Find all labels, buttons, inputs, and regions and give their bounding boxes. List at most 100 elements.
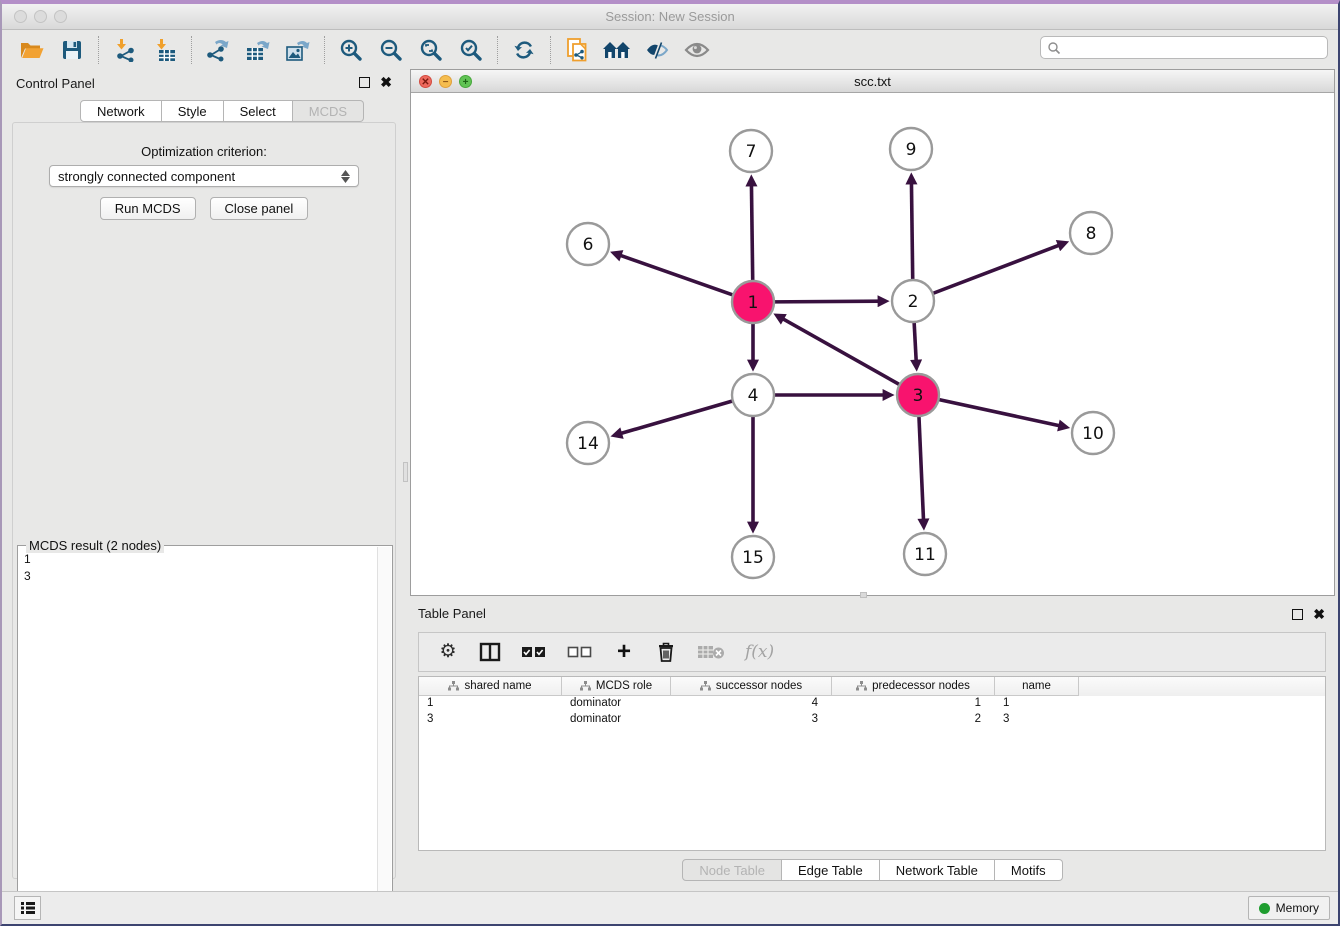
graph-node-9[interactable]: 9	[890, 128, 932, 170]
criterion-dropdown[interactable]: strongly connected component	[49, 165, 359, 187]
window-resize-grip[interactable]	[860, 592, 867, 598]
graph-edge-1-6[interactable]	[619, 255, 733, 295]
run-mcds-button[interactable]: Run MCDS	[100, 197, 196, 220]
copy-network-icon[interactable]	[557, 34, 597, 66]
graph-node-10[interactable]: 10	[1072, 412, 1114, 454]
close-panel-icon[interactable]: ✖	[1313, 609, 1325, 620]
table-cell[interactable]: 1	[832, 696, 995, 712]
graph-node-14[interactable]: 14	[567, 422, 609, 464]
import-network-icon[interactable]	[105, 34, 145, 66]
table-cell[interactable]: 3	[419, 712, 562, 728]
graph-edge-2-8[interactable]	[933, 245, 1061, 294]
tab-edge-table[interactable]: Edge Table	[782, 859, 880, 881]
graph-node-11[interactable]: 11	[904, 533, 946, 575]
network-title: scc.txt	[411, 74, 1334, 89]
search-field[interactable]	[1040, 36, 1328, 59]
network-canvas[interactable]: 7 9 6 8 1 2 4 3 14 10 15 11	[411, 93, 1334, 595]
split-columns-icon[interactable]	[479, 642, 501, 662]
apply-layout-icon[interactable]	[504, 34, 544, 66]
tab-network[interactable]: Network	[80, 100, 162, 122]
graph-edge-4-14[interactable]	[620, 401, 733, 434]
gear-icon[interactable]: ⚙	[437, 642, 459, 662]
export-image-icon[interactable]	[278, 34, 318, 66]
network-window-titlebar[interactable]: ✕ − + scc.txt	[411, 70, 1334, 93]
table-cell[interactable]: dominator	[562, 712, 671, 728]
graph-node-1[interactable]: 1	[732, 281, 774, 323]
save-session-icon[interactable]	[52, 34, 92, 66]
graph-edge-3-11[interactable]	[919, 416, 924, 521]
eye-icon[interactable]	[677, 34, 717, 66]
select-all-icon[interactable]	[521, 646, 547, 658]
task-history-button[interactable]	[14, 896, 41, 920]
deselect-all-icon[interactable]	[567, 646, 593, 658]
tab-select[interactable]: Select	[224, 100, 293, 122]
result-scrollbar[interactable]	[377, 547, 391, 921]
graph-node-15[interactable]: 15	[732, 536, 774, 578]
graph-edge-3-1[interactable]	[782, 318, 900, 384]
table-cell[interactable]: 3	[995, 712, 1079, 728]
graph-node-7[interactable]: 7	[730, 130, 772, 172]
graph-node-4[interactable]: 4	[732, 374, 774, 416]
tab-mcds[interactable]: MCDS	[293, 100, 364, 122]
tab-node-table[interactable]: Node Table	[682, 859, 782, 881]
houses-icon[interactable]	[597, 34, 637, 66]
mcds-result-list[interactable]: 1 3	[22, 549, 376, 919]
graph-edge-3-10[interactable]	[939, 399, 1061, 426]
zoom-fit-icon[interactable]	[411, 34, 451, 66]
tab-network-table[interactable]: Network Table	[880, 859, 995, 881]
table-cell[interactable]: 4	[671, 696, 832, 712]
zoom-selected-icon[interactable]	[451, 34, 491, 66]
export-table-icon[interactable]	[238, 34, 278, 66]
add-icon[interactable]: +	[613, 642, 635, 662]
graph-edge-1-2[interactable]	[774, 301, 880, 302]
open-session-icon[interactable]	[12, 34, 52, 66]
criterion-value: strongly connected component	[58, 169, 235, 184]
memory-button[interactable]: Memory	[1248, 896, 1330, 920]
panel-divider[interactable]	[402, 69, 410, 885]
search-icon	[1047, 41, 1061, 55]
column-header-predecessor-nodes[interactable]: predecessor nodes	[832, 677, 995, 696]
tab-style[interactable]: Style	[162, 100, 224, 122]
svg-text:15: 15	[742, 548, 764, 568]
svg-text:7: 7	[746, 142, 757, 162]
graph-edge-2-3[interactable]	[914, 322, 916, 362]
column-header-successor-nodes[interactable]: successor nodes	[671, 677, 832, 696]
table-cell[interactable]: dominator	[562, 696, 671, 712]
float-panel-icon[interactable]	[1292, 609, 1303, 620]
table-cell[interactable]: 3	[671, 712, 832, 728]
toolbar-separator	[550, 36, 551, 64]
close-panel-icon[interactable]: ✖	[380, 77, 392, 88]
function-icon[interactable]: f(x)	[745, 642, 774, 662]
column-header-shared-name[interactable]: shared name	[419, 677, 562, 696]
divider-grip[interactable]	[403, 462, 408, 482]
close-panel-button[interactable]: Close panel	[210, 197, 309, 220]
table-row[interactable]: 1dominator411	[419, 696, 1325, 712]
table-cell[interactable]: 1	[995, 696, 1079, 712]
table-row[interactable]: 3dominator323	[419, 712, 1325, 728]
eye-slash-icon[interactable]	[637, 34, 677, 66]
graph-node-8[interactable]: 8	[1070, 212, 1112, 254]
svg-text:1: 1	[748, 293, 759, 313]
graph-node-3[interactable]: 3	[897, 374, 939, 416]
table-panel-tabs: Node TableEdge TableNetwork TableMotifs	[410, 859, 1335, 881]
float-panel-icon[interactable]	[359, 77, 370, 88]
window-title: Session: New Session	[2, 9, 1338, 24]
import-table-icon[interactable]	[145, 34, 185, 66]
zoom-in-icon[interactable]	[331, 34, 371, 66]
export-network-icon[interactable]	[198, 34, 238, 66]
graph-edge-1-7[interactable]	[751, 184, 752, 281]
search-input[interactable]	[1061, 39, 1327, 57]
table-cell[interactable]: 1	[419, 696, 562, 712]
tab-motifs[interactable]: Motifs	[995, 859, 1063, 881]
column-header-mcds-role[interactable]: MCDS role	[562, 677, 671, 696]
graph-edge-2-9[interactable]	[911, 182, 912, 280]
graph-node-6[interactable]: 6	[567, 223, 609, 265]
trash-icon[interactable]	[655, 641, 677, 663]
graph-node-2[interactable]: 2	[892, 280, 934, 322]
column-header-name[interactable]: name	[995, 677, 1079, 696]
delete-table-icon[interactable]	[697, 644, 725, 660]
mcds-result-group: MCDS result (2 nodes) 1 3	[17, 545, 393, 923]
table-cell[interactable]: 2	[832, 712, 995, 728]
title-bar: Session: New Session	[2, 4, 1338, 30]
zoom-out-icon[interactable]	[371, 34, 411, 66]
